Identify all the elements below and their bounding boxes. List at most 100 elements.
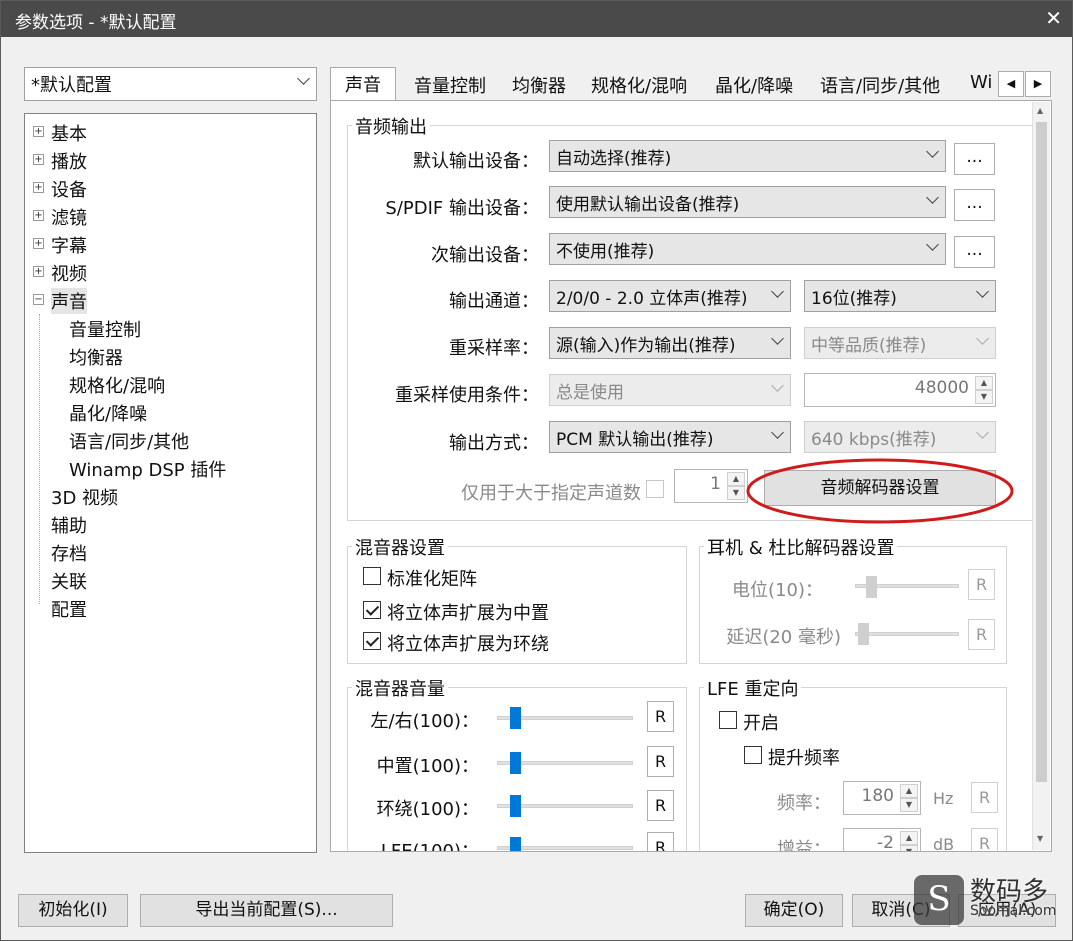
- default-device-value: 自动选择(推荐): [556, 149, 672, 169]
- tree-subitem[interactable]: 语言/同步/其他: [69, 428, 189, 454]
- default-device-label: 默认输出设备：: [413, 151, 539, 172]
- spin-down-icon[interactable]: ▼: [727, 486, 745, 500]
- spdif-device-select[interactable]: 使用默认输出设备(推荐): [549, 186, 946, 218]
- tab-winamp[interactable]: Wi: [970, 72, 992, 93]
- headphone-dolby-title: 耳机 & 杜比解码器设置: [704, 534, 898, 560]
- mixer-settings-title: 混音器设置: [352, 534, 448, 560]
- frequency-spinner[interactable]: 180 ▲ ▼: [843, 781, 921, 815]
- expand-surround-checkbox[interactable]: [363, 632, 381, 650]
- tree-subitem[interactable]: 规格化/混响: [69, 372, 165, 398]
- output-mode-select[interactable]: PCM 默认输出(推荐): [549, 421, 791, 453]
- boost-frequency-checkbox[interactable]: [744, 746, 762, 764]
- chevron-down-icon: [771, 379, 784, 392]
- min-channels-spinner[interactable]: 1 ▲ ▼: [674, 469, 748, 503]
- center-reset-button[interactable]: R: [647, 746, 674, 777]
- center-volume-thumb[interactable]: [509, 752, 521, 774]
- left-right-volume-thumb[interactable]: [509, 707, 521, 729]
- tree-guide-line: [39, 314, 40, 604]
- category-tree[interactable]: + 基本 + 播放 + 设备 + 滤镜 + 字幕 + 视频 − 声音 音量控制 均衡器 规格化/混响 晶化/降噪语…: [24, 113, 317, 853]
- chevron-down-icon: [926, 191, 939, 204]
- tab-volume-control[interactable]: 音量控制: [414, 72, 486, 98]
- secondary-device-select[interactable]: 不使用(推荐): [549, 233, 946, 265]
- tab-sound[interactable]: 声音: [330, 67, 396, 101]
- lfe-reset-button[interactable]: R: [647, 832, 674, 851]
- normalize-matrix-checkbox[interactable]: [363, 567, 381, 585]
- tree-item[interactable]: 存档: [51, 540, 87, 566]
- watermark-logo: S: [914, 875, 964, 925]
- tree-item[interactable]: 配置: [51, 596, 87, 622]
- level-slider-thumb[interactable]: [866, 576, 877, 598]
- level-reset-button[interactable]: R: [968, 569, 995, 600]
- spin-up-icon[interactable]: ▲: [900, 784, 918, 798]
- tree-item-label: 设备: [51, 180, 87, 201]
- default-device-more-button[interactable]: ...: [954, 143, 995, 175]
- tab-crystal-denoise[interactable]: 晶化/降噪: [715, 72, 793, 98]
- output-channels-select[interactable]: 2/0/0 - 2.0 立体声(推荐): [549, 280, 791, 312]
- expand-icon[interactable]: +: [33, 154, 44, 165]
- expand-icon[interactable]: +: [33, 210, 44, 221]
- title-bar[interactable]: 参数选项 - *默认配置 ✕: [1, 1, 1072, 37]
- expand-icon[interactable]: +: [33, 126, 44, 137]
- resample-condition-select[interactable]: 总是使用: [549, 374, 791, 406]
- spin-down-icon[interactable]: ▼: [900, 798, 918, 812]
- tree-subitem[interactable]: 均衡器: [69, 344, 123, 370]
- sample-rate-spinner[interactable]: 48000 ▲ ▼: [804, 373, 996, 407]
- min-channels-checkbox[interactable]: [646, 480, 664, 498]
- scroll-up-icon[interactable]: ▲: [1037, 106, 1043, 115]
- tab-scroll-right-button[interactable]: ▶: [1025, 71, 1051, 97]
- surround-reset-button[interactable]: R: [647, 790, 674, 821]
- scrollbar-thumb[interactable]: [1036, 122, 1047, 782]
- bitrate-select[interactable]: 640 kbps(推荐): [804, 421, 996, 453]
- bit-depth-select[interactable]: 16位(推荐): [804, 280, 996, 312]
- delay-reset-button[interactable]: R: [968, 619, 995, 650]
- tree-subitem[interactable]: Winamp DSP 插件: [69, 456, 226, 482]
- tab-language-sync[interactable]: 语言/同步/其他: [820, 72, 940, 98]
- initialize-button[interactable]: 初始化(I): [18, 894, 128, 927]
- resample-condition-label: 重采样使用条件：: [395, 385, 539, 406]
- spin-up-icon[interactable]: ▲: [975, 376, 993, 390]
- tab-normalize-reverb[interactable]: 规格化/混响: [591, 72, 687, 98]
- scroll-down-icon[interactable]: ▼: [1037, 834, 1043, 843]
- tree-item-label: 基本: [51, 124, 87, 145]
- resample-rate-select[interactable]: 源(输入)作为输出(推荐): [549, 327, 791, 359]
- resample-quality-select[interactable]: 中等品质(推荐): [804, 327, 996, 359]
- expand-icon[interactable]: +: [33, 182, 44, 193]
- delay-slider-thumb[interactable]: [858, 623, 869, 645]
- close-icon[interactable]: ✕: [1045, 6, 1062, 30]
- gain-reset-button[interactable]: R: [971, 828, 998, 851]
- watermark: S 数码多 Soomal.com: [914, 871, 1064, 931]
- lfe-enable-checkbox[interactable]: [719, 711, 737, 729]
- tree-item[interactable]: 辅助: [51, 512, 87, 538]
- expand-icon[interactable]: +: [33, 238, 44, 249]
- default-device-select[interactable]: 自动选择(推荐): [549, 140, 946, 172]
- chevron-down-icon: [297, 72, 310, 85]
- output-mode-label: 输出方式：: [449, 433, 539, 454]
- spdif-device-more-button[interactable]: ...: [954, 189, 995, 221]
- expand-icon[interactable]: +: [33, 266, 44, 277]
- frequency-reset-button[interactable]: R: [971, 782, 998, 813]
- expand-center-checkbox[interactable]: [363, 601, 381, 619]
- gain-spinner[interactable]: -2 ▲ ▼: [843, 828, 921, 851]
- spin-down-icon[interactable]: ▼: [900, 845, 918, 851]
- delay-slider-track[interactable]: [855, 632, 959, 636]
- export-config-button[interactable]: 导出当前配置(S)...: [140, 894, 393, 927]
- tree-item[interactable]: 关联: [51, 568, 87, 594]
- surround-volume-thumb[interactable]: [509, 795, 521, 817]
- profile-select[interactable]: *默认配置: [24, 67, 317, 101]
- gain-label: 增益：: [777, 839, 831, 852]
- lfe-volume-thumb[interactable]: [509, 837, 521, 851]
- spin-up-icon[interactable]: ▲: [727, 472, 745, 486]
- ok-button[interactable]: 确定(O): [745, 894, 843, 927]
- secondary-device-more-button[interactable]: ...: [954, 236, 995, 268]
- tree-item[interactable]: 3D 视频: [51, 484, 118, 510]
- panel-scrollbar[interactable]: ▲ ▼: [1032, 102, 1050, 850]
- tab-scroll-left-button[interactable]: ◀: [998, 71, 1024, 97]
- spin-up-icon[interactable]: ▲: [900, 831, 918, 845]
- left-right-reset-button[interactable]: R: [647, 701, 674, 732]
- spin-down-icon[interactable]: ▼: [975, 390, 993, 404]
- tab-equalizer[interactable]: 均衡器: [512, 72, 566, 98]
- spdif-device-label: S/PDIF 输出设备：: [385, 198, 539, 219]
- tree-subitem[interactable]: 音量控制: [69, 316, 141, 342]
- tree-subitem[interactable]: 晶化/降噪: [69, 400, 147, 426]
- collapse-icon[interactable]: −: [33, 294, 44, 305]
